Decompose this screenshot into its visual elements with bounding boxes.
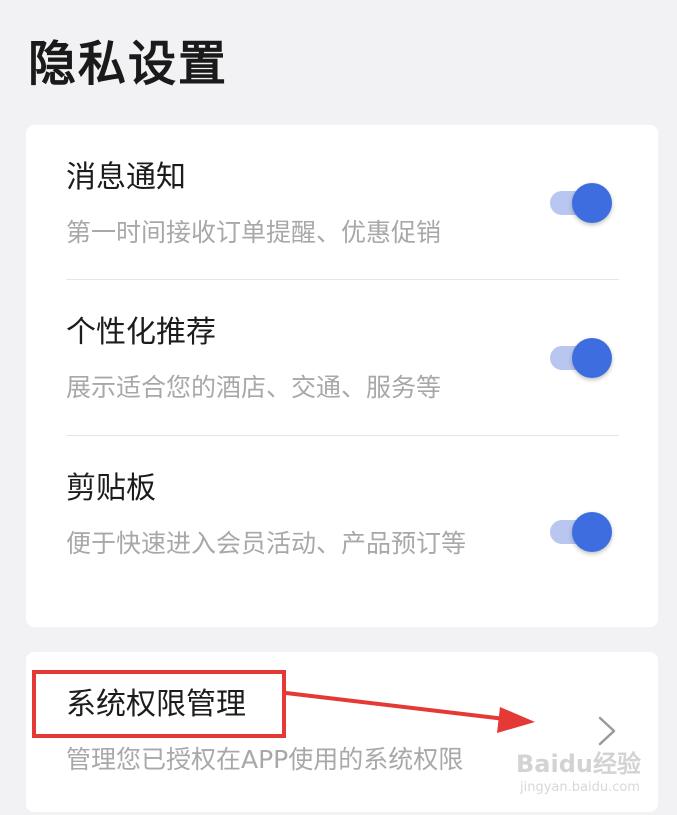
page-title: 隐私设置 xyxy=(28,36,229,92)
settings-card: 消息通知 第一时间接收订单提醒、优惠促销 个性化推荐 展示适合您的酒店、交通、服… xyxy=(26,125,658,627)
toggle-knob xyxy=(572,183,612,223)
watermark-logo: Baidu经验 xyxy=(516,750,641,778)
setting-row-clipboard: 剪贴板 便于快速进入会员活动、产品预订等 xyxy=(26,436,658,627)
clipboard-toggle[interactable] xyxy=(548,512,612,552)
setting-description: 便于快速进入会员活动、产品预订等 xyxy=(66,529,467,558)
annotation-highlight-box xyxy=(32,670,286,738)
setting-title: 个性化推荐 xyxy=(66,315,216,350)
setting-description: 展示适合您的酒店、交通、服务等 xyxy=(66,373,442,402)
setting-description: 第一时间接收订单提醒、优惠促销 xyxy=(66,218,442,247)
permissions-description: 管理您已授权在APP使用的系统权限 xyxy=(66,745,464,774)
setting-title: 剪贴板 xyxy=(66,471,156,506)
setting-title: 消息通知 xyxy=(66,160,186,195)
watermark: Baidu经验 jingyan.baidu.com xyxy=(516,740,666,810)
personalized-recommendation-toggle[interactable] xyxy=(548,338,612,378)
toggle-knob xyxy=(572,512,612,552)
setting-row-notifications: 消息通知 第一时间接收订单提醒、优惠促销 xyxy=(26,125,658,280)
notifications-toggle[interactable] xyxy=(548,183,612,223)
watermark-url: jingyan.baidu.com xyxy=(520,780,640,795)
toggle-knob xyxy=(572,338,612,378)
setting-row-personalized-recommendation: 个性化推荐 展示适合您的酒店、交通、服务等 xyxy=(26,280,658,435)
